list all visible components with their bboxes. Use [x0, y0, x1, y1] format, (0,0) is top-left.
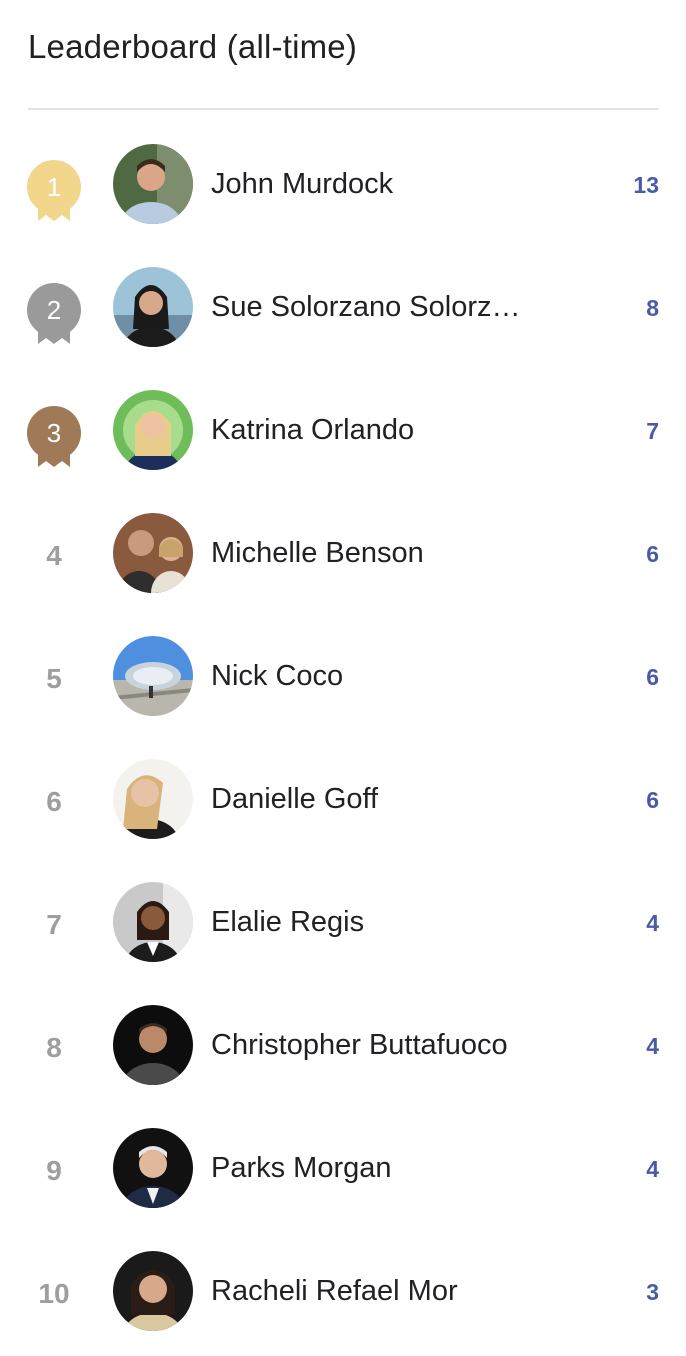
leaderboard-row[interactable]: 10 Racheli Refael Mor 3: [0, 1229, 686, 1352]
leader-name[interactable]: Katrina Orlando: [211, 410, 531, 450]
rank-number: 5: [46, 663, 62, 694]
avatar[interactable]: [113, 267, 193, 347]
gold-medal-icon: 1: [24, 159, 84, 221]
silver-medal-icon: 2: [24, 282, 84, 344]
divider: [28, 108, 659, 110]
leader-score: 13: [633, 172, 659, 198]
rank-cell: 10: [24, 1266, 84, 1328]
rank-cell: 5: [24, 651, 84, 713]
avatar[interactable]: [113, 144, 193, 224]
leaderboard-row[interactable]: 3 Katrina Orlando 7: [0, 368, 686, 491]
leader-name[interactable]: Sue Solorzano Solorzano: [211, 287, 531, 327]
rank-cell: 4: [24, 528, 84, 590]
leader-name[interactable]: Nick Coco: [211, 656, 531, 696]
leader-score: 6: [646, 787, 659, 813]
avatar[interactable]: [113, 513, 193, 593]
rank-number: 7: [46, 909, 62, 940]
leaderboard-row[interactable]: 8 Christopher Buttafuoco 4: [0, 983, 686, 1106]
rank-number: 3: [46, 417, 62, 448]
leader-score: 4: [646, 1156, 659, 1182]
leader-score: 4: [646, 910, 659, 936]
leaderboard-row[interactable]: 1 John Murdock 13: [0, 122, 686, 245]
leader-name[interactable]: Danielle Goff: [211, 779, 531, 819]
leader-name[interactable]: Parks Morgan: [211, 1148, 531, 1188]
avatar[interactable]: [113, 1005, 193, 1085]
avatar[interactable]: [113, 1128, 193, 1208]
leader-score: 7: [646, 418, 659, 444]
leader-name[interactable]: Christopher Buttafuoco: [211, 1025, 531, 1065]
avatar[interactable]: [113, 1251, 193, 1331]
leader-name[interactable]: Racheli Refael Mor: [211, 1271, 531, 1311]
leaderboard-row[interactable]: 7 Elalie Regis 4: [0, 860, 686, 983]
avatar[interactable]: [113, 759, 193, 839]
leaderboard-row[interactable]: 5 Nick Coco 6: [0, 614, 686, 737]
leaderboard-list: 1 John Murdock 13 2 Sue Solorzano Solorz…: [0, 122, 686, 1352]
rank-number: 8: [46, 1032, 62, 1063]
avatar[interactable]: [113, 636, 193, 716]
rank-number: 9: [46, 1155, 62, 1186]
leader-score: 6: [646, 541, 659, 567]
leader-score: 4: [646, 1033, 659, 1059]
rank-number: 10: [38, 1278, 70, 1309]
rank-cell: 9: [24, 1143, 84, 1205]
leader-score: 6: [646, 664, 659, 690]
leader-name[interactable]: Elalie Regis: [211, 902, 531, 942]
leaderboard-row[interactable]: 4 Michelle Benson 6: [0, 491, 686, 614]
leaderboard-row[interactable]: 9 Parks Morgan 4: [0, 1106, 686, 1229]
rank-number: 4: [46, 540, 62, 571]
rank-cell: 7: [24, 897, 84, 959]
rank-cell: 6: [24, 774, 84, 836]
avatar[interactable]: [113, 882, 193, 962]
rank-number: 1: [46, 171, 62, 202]
leaderboard-row[interactable]: 6 Danielle Goff 6: [0, 737, 686, 860]
bronze-medal-icon: 3: [24, 405, 84, 467]
avatar[interactable]: [113, 390, 193, 470]
leader-score: 3: [646, 1279, 659, 1305]
rank-number: 6: [46, 786, 62, 817]
leader-score: 8: [646, 295, 659, 321]
rank-cell: 8: [24, 1020, 84, 1082]
rank-number: 2: [46, 294, 62, 325]
leader-name[interactable]: John Murdock: [211, 164, 531, 204]
page-title: Leaderboard (all-time): [28, 28, 358, 65]
leaderboard-row[interactable]: 2 Sue Solorzano Solorzano 8: [0, 245, 686, 368]
leader-name[interactable]: Michelle Benson: [211, 533, 531, 573]
